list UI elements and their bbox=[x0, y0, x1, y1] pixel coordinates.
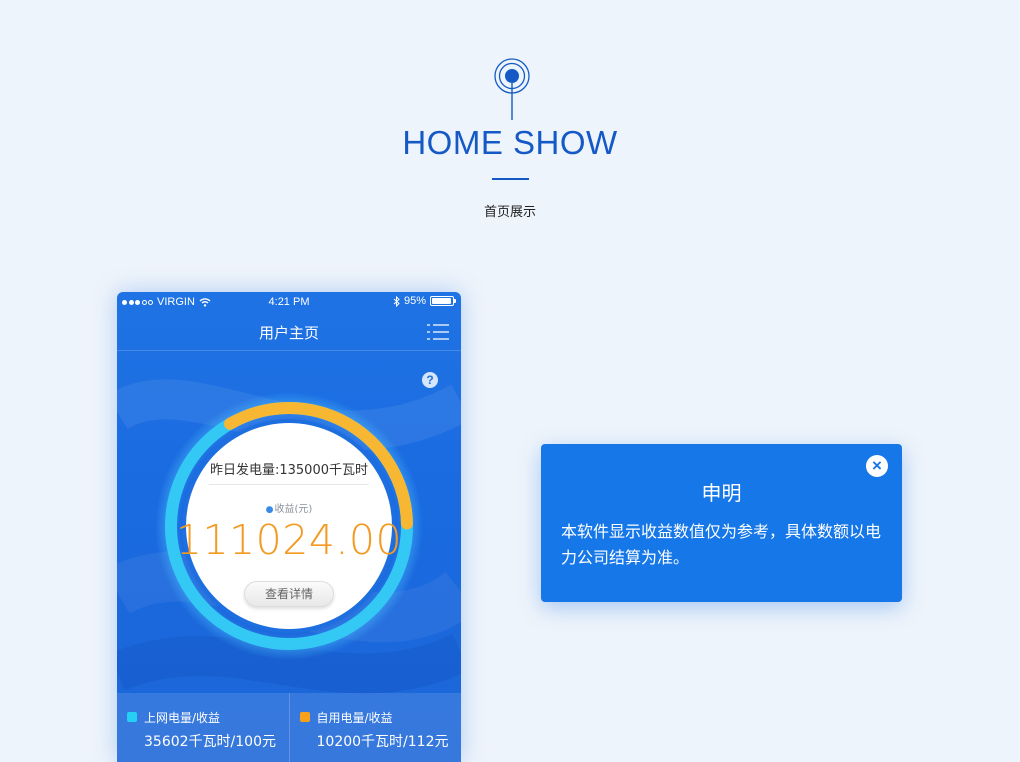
stat-value: 10200千瓦时/112元 bbox=[316, 734, 449, 750]
stat-color-marker bbox=[127, 712, 137, 722]
stat-grid-power: 上网电量/收益 35602千瓦时/100元 bbox=[117, 693, 289, 762]
help-icon[interactable]: ? bbox=[422, 372, 438, 388]
income-label-text: 收益(元) bbox=[274, 504, 313, 515]
dialog-title: 申明 bbox=[701, 481, 742, 505]
bluetooth-icon bbox=[393, 295, 400, 307]
radar-pin-icon bbox=[494, 58, 530, 120]
stat-self-use-power: 自用电量/收益 10200千瓦时/112元 bbox=[288, 693, 462, 762]
dialog-body: 本软件显示收益数值仅为参考，具体数额以电力公司结算为准。 bbox=[561, 522, 882, 567]
nav-title: 用户主页 bbox=[258, 324, 319, 342]
yesterday-generation: 昨日发电量:135000千瓦时 bbox=[209, 463, 368, 478]
disclaimer-dialog: × 申明 本软件显示收益数值仅为参考，具体数额以电力公司结算为准。 bbox=[541, 444, 902, 602]
close-icon[interactable]: × bbox=[866, 455, 888, 477]
status-bar: VIRGIN 4:21 PM 95% bbox=[117, 292, 461, 312]
money-bag-icon: ● bbox=[265, 505, 274, 515]
stat-color-marker bbox=[299, 712, 310, 722]
list-menu-icon[interactable] bbox=[427, 323, 449, 341]
income-value: 111024.00 bbox=[175, 516, 403, 564]
battery-icon bbox=[430, 296, 456, 306]
income-label: ●收益(元) bbox=[117, 500, 461, 515]
stats-bar: 上网电量/收益 35602千瓦时/100元 自用电量/收益 10200千瓦时/1… bbox=[117, 693, 461, 762]
stat-value: 35602千瓦时/100元 bbox=[144, 734, 276, 750]
title-divider bbox=[492, 178, 529, 180]
battery-percent: 95% bbox=[403, 295, 426, 307]
phone-screen: VIRGIN 4:21 PM 95% 用户主页 ? 昨日发电量:135000千瓦… bbox=[117, 292, 461, 762]
nav-divider bbox=[117, 350, 461, 351]
page-subtitle: 首页展示 bbox=[483, 205, 536, 220]
gauge-divider bbox=[209, 484, 369, 485]
stat-label: 上网电量/收益 bbox=[144, 711, 221, 725]
view-details-button[interactable]: 查看详情 bbox=[244, 581, 334, 607]
page-title: HOME SHOW bbox=[402, 124, 618, 161]
stat-label: 自用电量/收益 bbox=[316, 711, 393, 725]
